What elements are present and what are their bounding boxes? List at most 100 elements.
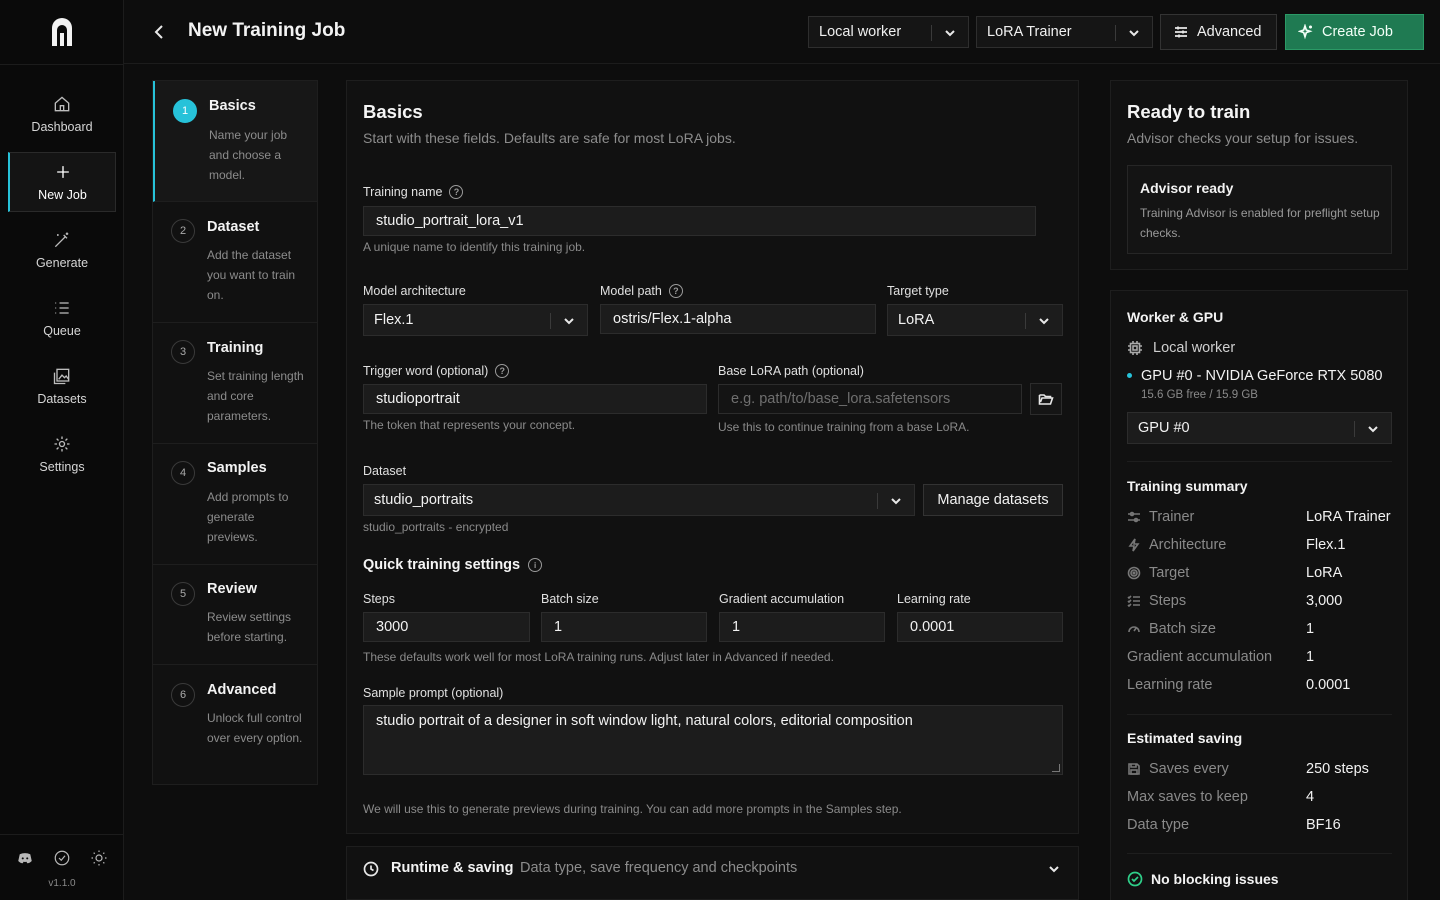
step-title: Basics	[209, 98, 256, 114]
dataset-select[interactable]: studio_portraits	[363, 484, 915, 516]
chevron-down-icon	[1365, 421, 1381, 437]
steps-input[interactable]: 3000	[363, 612, 530, 642]
sun-icon[interactable]	[90, 849, 108, 867]
base-lora-hint: Use this to continue training from a bas…	[718, 420, 970, 434]
help-icon[interactable]: ?	[449, 185, 464, 199]
ready-card: Ready to train Advisor checks your setup…	[1110, 80, 1408, 270]
trainer-select[interactable]: LoRA Trainer	[976, 16, 1153, 48]
step-title: Samples	[207, 460, 267, 476]
header: New Training Job Local worker LoRA Train…	[124, 0, 1440, 64]
step-number: 3	[171, 340, 195, 364]
browse-folder-button[interactable]	[1030, 383, 1062, 415]
saving-key: Max saves to keep	[1127, 789, 1248, 805]
worker-gpu-title: Worker & GPU	[1127, 309, 1224, 325]
step-basics[interactable]: 1 Basics Name your job and choose a mode…	[153, 81, 317, 202]
step-advanced[interactable]: 6 Advanced Unlock full control over ever…	[153, 665, 317, 785]
learning-rate-input[interactable]: 0.0001	[897, 612, 1063, 642]
label-text: Model path	[600, 284, 662, 298]
nav-label: Settings	[39, 460, 85, 474]
save-icon	[1128, 763, 1140, 775]
step-number: 4	[171, 461, 195, 485]
sample-prompt-text: studio portrait of a designer in soft wi…	[376, 713, 913, 729]
model-path-input[interactable]: ostris/Flex.1-alpha	[600, 304, 876, 334]
summary-value: 1	[1306, 649, 1315, 665]
summary-value: 0.0001	[1306, 677, 1351, 693]
nav-generate[interactable]: Generate	[8, 220, 116, 280]
training-summary-title: Training summary	[1127, 478, 1248, 494]
base-lora-input[interactable]: e.g. path/to/base_lora.safetensors	[718, 384, 1022, 414]
advanced-button[interactable]: Advanced	[1160, 14, 1277, 50]
nav-dashboard[interactable]: Dashboard	[8, 84, 116, 144]
nav-new-job[interactable]: New Job	[8, 152, 116, 212]
summary-value: 3,000	[1306, 593, 1343, 609]
saving-value: 250 steps	[1306, 761, 1369, 777]
advisor-desc: Training Advisor is enabled for prefligh…	[1140, 206, 1380, 240]
resize-handle[interactable]	[1052, 764, 1060, 772]
help-icon[interactable]: ?	[495, 364, 510, 378]
sample-prompt-hint: We will use this to generate previews du…	[363, 802, 902, 816]
magic-wand-icon	[54, 232, 69, 248]
advisor-status: Advisor ready Training Advisor is enable…	[1127, 165, 1392, 254]
grad-accum-input[interactable]: 1	[719, 612, 885, 642]
info-icon[interactable]: i	[528, 558, 543, 572]
step-title: Review	[207, 581, 257, 597]
gpu-name: GPU #0 - NVIDIA GeForce RTX 5080	[1141, 368, 1383, 384]
trigger-word-input[interactable]: studioportrait	[363, 384, 707, 414]
step-training[interactable]: 3 Training Set training length and core …	[153, 323, 317, 444]
runtime-desc: Data type, save frequency and checkpoint…	[520, 860, 798, 876]
cpu-icon	[1128, 341, 1142, 355]
dataset-label: Dataset	[363, 464, 406, 478]
runtime-saving-section[interactable]: Runtime & saving Data type, save frequen…	[346, 846, 1079, 900]
step-number: 6	[171, 683, 195, 707]
create-job-label: Create Job	[1322, 24, 1393, 40]
sample-prompt-textarea[interactable]: studio portrait of a designer in soft wi…	[363, 705, 1063, 775]
form-subtitle: Start with these fields. Defaults are sa…	[363, 130, 736, 146]
nav-queue[interactable]: Queue	[8, 288, 116, 348]
gpu-select[interactable]: GPU #0	[1127, 412, 1392, 444]
step-review[interactable]: 5 Review Review settings before starting…	[153, 565, 317, 665]
batch-size-input[interactable]: 1	[541, 612, 707, 642]
back-button[interactable]	[150, 22, 168, 42]
home-icon	[54, 96, 70, 112]
worker-select[interactable]: Local worker	[808, 16, 969, 48]
manage-datasets-button[interactable]: Manage datasets	[923, 484, 1063, 516]
chevron-down-icon	[1126, 25, 1142, 41]
nav-datasets[interactable]: Datasets	[8, 356, 116, 416]
saving-row-max-saves: Max saves to keep 4	[1127, 789, 1392, 809]
advanced-button-label: Advanced	[1197, 24, 1262, 40]
help-icon[interactable]: ?	[668, 284, 683, 298]
summary-row-trainer: Trainer LoRA Trainer	[1127, 509, 1392, 529]
chevron-down-icon	[1046, 861, 1062, 882]
gpu-select-value: GPU #0	[1138, 420, 1190, 436]
dataset-hint: studio_portraits - encrypted	[363, 520, 509, 534]
model-arch-label: Model architecture	[363, 284, 466, 298]
label-text: Training name	[363, 185, 443, 199]
runtime-title: Runtime & saving	[391, 860, 514, 876]
form-title: Basics	[363, 101, 423, 122]
model-arch-select[interactable]: Flex.1	[363, 304, 588, 336]
sliders-icon	[1175, 26, 1187, 38]
steps-panel: 1 Basics Name your job and choose a mode…	[152, 80, 318, 785]
chevron-down-icon	[561, 313, 577, 329]
app-logo-icon[interactable]	[48, 16, 76, 48]
summary-row-batch-size: Batch size 1	[1127, 621, 1392, 641]
label-text: Model architecture	[363, 284, 466, 298]
base-lora-label: Base LoRA path (optional)	[718, 364, 864, 378]
check-circle-icon[interactable]	[53, 849, 71, 867]
estimated-saving-title: Estimated saving	[1127, 730, 1243, 746]
create-job-button[interactable]: Create Job	[1285, 14, 1424, 50]
basics-form: Basics Start with these fields. Defaults…	[346, 80, 1079, 834]
step-samples[interactable]: 4 Samples Add prompts to generate previe…	[153, 444, 317, 565]
discord-icon[interactable]	[16, 849, 34, 867]
step-desc: Add prompts to generate previews.	[207, 490, 289, 544]
step-dataset[interactable]: 2 Dataset Add the dataset you want to tr…	[153, 202, 317, 323]
gauge-icon	[1128, 626, 1140, 633]
sidebar: Dashboard New Job Generate Queue Dataset…	[0, 0, 124, 900]
version-label: v1.1.0	[48, 878, 76, 889]
training-name-input[interactable]: studio_portrait_lora_v1	[363, 206, 1036, 236]
target-type-select[interactable]: LoRA	[887, 304, 1063, 336]
saving-value: BF16	[1306, 817, 1341, 833]
nav-settings[interactable]: Settings	[8, 424, 116, 484]
gpu-memory: 15.6 GB free / 15.9 GB	[1141, 389, 1258, 401]
sliders-icon	[1128, 511, 1140, 523]
